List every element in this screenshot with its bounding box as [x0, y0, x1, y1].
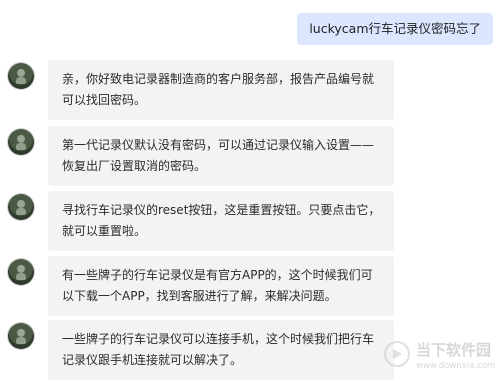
reply-bubble: 有一些牌子的行车记录仪是有官方APP的，这个时候我们可以下载一个APP，找到客服… — [48, 256, 394, 316]
assistant-avatar — [8, 129, 34, 155]
assistant-avatar — [8, 323, 34, 349]
reply-bubble: 亲，你好致电记录器制造商的客户服务部，报告产品编号就可以找回密码。 — [48, 60, 394, 120]
assistant-avatar — [8, 194, 34, 220]
watermark: 当下软件园 www.downxia.com — [384, 337, 496, 377]
user-message-bubble: luckycam行车记录仪密码忘了 — [297, 13, 493, 45]
watermark-logo-icon — [384, 341, 410, 367]
reply-bubble: 一些牌子的行车记录仪可以连接手机，这个时候我们把行车记录仪跟手机连接就可以解决了… — [48, 320, 394, 380]
watermark-title: 当下软件园 — [416, 341, 492, 359]
reply-bubble: 寻找行车记录仪的reset按钮，这是重置按钮。只要点击它，就可以重置啦。 — [48, 191, 394, 251]
assistant-avatar — [8, 63, 34, 89]
reply-bubble: 第一代记录仪默认没有密码，可以通过记录仪输入设置——恢复出厂设置取消的密码。 — [48, 126, 394, 186]
assistant-avatar — [8, 259, 34, 285]
watermark-url: www.downxia.com — [416, 361, 496, 371]
